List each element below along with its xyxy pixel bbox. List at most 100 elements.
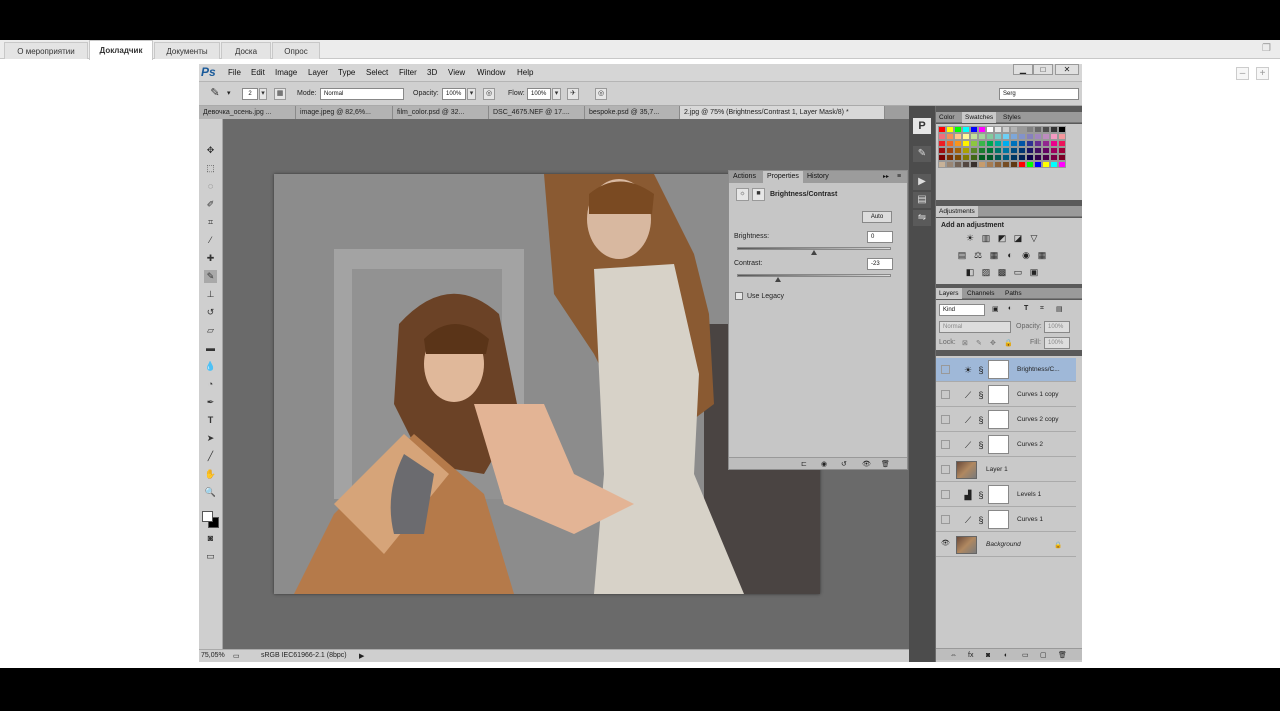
new-layer-icon[interactable]: ▢ xyxy=(1040,650,1047,661)
threshold-icon[interactable]: ▩ xyxy=(996,266,1008,278)
menu-view[interactable]: View xyxy=(448,68,465,77)
export-icon[interactable]: ▭ xyxy=(233,652,240,660)
fx-icon[interactable]: fx xyxy=(968,650,973,661)
layer-row[interactable]: ⟋ § Curves 2 xyxy=(936,433,1076,457)
tab-history[interactable]: History xyxy=(803,171,833,183)
type-tool-icon[interactable]: T xyxy=(204,414,217,427)
hand-tool-icon[interactable]: ✋ xyxy=(204,468,217,481)
color-swatch[interactable] xyxy=(978,140,986,147)
maximize-window-icon[interactable]: □ xyxy=(1033,64,1053,75)
color-swatch[interactable] xyxy=(954,161,962,168)
panel-collapse-icon[interactable]: ▸▸ xyxy=(879,171,893,183)
color-swatch[interactable] xyxy=(970,140,978,147)
color-swatch[interactable] xyxy=(1002,161,1010,168)
color-swatch[interactable] xyxy=(946,154,954,161)
color-swatch[interactable] xyxy=(1050,154,1058,161)
screen-mode-icon[interactable]: ▭ xyxy=(204,550,217,563)
color-swatch[interactable] xyxy=(1042,140,1050,147)
color-swatch[interactable] xyxy=(994,161,1002,168)
lock-transparent-icon[interactable]: ⊠ xyxy=(962,339,968,347)
color-swatch[interactable] xyxy=(1050,126,1058,133)
color-swatch[interactable] xyxy=(978,147,986,154)
line-tool-icon[interactable]: ╱ xyxy=(204,450,217,463)
color-swatch[interactable] xyxy=(994,154,1002,161)
brush-panel-icon[interactable]: ▦ xyxy=(274,88,286,100)
doc-tab[interactable]: bespoke.psd @ 35,7... xyxy=(585,106,680,119)
invert-icon[interactable]: ◧ xyxy=(964,266,976,278)
brush-panel-icon[interactable]: ✎ xyxy=(913,146,931,162)
brush-size-field[interactable]: 2 xyxy=(242,88,258,100)
color-swatch[interactable] xyxy=(946,140,954,147)
posterize-icon[interactable]: ▨ xyxy=(980,266,992,278)
color-swatch[interactable] xyxy=(938,126,946,133)
layer-opacity-field[interactable]: 100% xyxy=(1044,321,1070,333)
color-swatch[interactable] xyxy=(1018,161,1026,168)
blend-mode-select[interactable]: Normal xyxy=(939,321,1011,333)
color-swatch[interactable] xyxy=(1010,133,1018,140)
color-swatch[interactable] xyxy=(1010,154,1018,161)
color-swatch[interactable] xyxy=(1034,140,1042,147)
color-swatch[interactable] xyxy=(1026,161,1034,168)
layer-mask-thumbnail[interactable] xyxy=(988,385,1009,404)
move-tool-icon[interactable]: ✥ xyxy=(204,144,217,157)
filter-shape-icon[interactable]: ⌗ xyxy=(1040,305,1044,313)
fill-field[interactable]: 100% xyxy=(1044,337,1070,349)
color-swatch[interactable] xyxy=(1058,126,1066,133)
brightness-field[interactable]: 0 xyxy=(867,231,893,243)
link-layers-icon[interactable]: ⇔ xyxy=(950,650,957,661)
vibrance-icon[interactable]: ▽ xyxy=(1028,232,1040,244)
mask-icon[interactable]: ■ xyxy=(752,188,765,201)
color-swatch[interactable] xyxy=(938,133,946,140)
flow-field[interactable]: 100% xyxy=(527,88,551,100)
lasso-tool-icon[interactable]: ◌ xyxy=(204,180,217,193)
lock-all-icon[interactable]: 🔒 xyxy=(1004,339,1013,347)
layer-mask-thumbnail[interactable] xyxy=(988,485,1009,504)
layer-name[interactable]: Curves 2 copy xyxy=(1017,416,1059,423)
filter-smart-icon[interactable]: ▤ xyxy=(1056,305,1063,313)
photo-filter-icon[interactable]: ◐ xyxy=(1004,249,1016,261)
brightness-contrast-icon[interactable]: ☀ xyxy=(964,232,976,244)
levels-icon[interactable]: ▥ xyxy=(980,232,992,244)
color-swatch[interactable] xyxy=(970,161,978,168)
opacity-field[interactable]: 100% xyxy=(442,88,466,100)
layer-mask-thumbnail[interactable] xyxy=(988,410,1009,429)
color-swatch[interactable] xyxy=(946,126,954,133)
color-swatch[interactable] xyxy=(994,126,1002,133)
new-adjustment-icon[interactable]: ◐ xyxy=(1004,650,1008,661)
color-swatch[interactable] xyxy=(970,133,978,140)
eraser-tool-icon[interactable]: ▱ xyxy=(204,324,217,337)
color-swatch[interactable] xyxy=(986,161,994,168)
layer-name[interactable]: Curves 1 copy xyxy=(1017,391,1059,398)
tab-actions[interactable]: Actions xyxy=(729,171,760,183)
color-swatch[interactable] xyxy=(1050,161,1058,168)
tab-properties[interactable]: Properties xyxy=(763,171,803,183)
tab-channels[interactable]: Channels xyxy=(964,288,997,299)
layer-filter-kind[interactable]: Kind xyxy=(939,304,985,316)
color-swatch[interactable] xyxy=(1026,133,1034,140)
layer-mask-thumbnail[interactable] xyxy=(988,435,1009,454)
link-chain-icon[interactable]: § xyxy=(977,512,985,528)
filter-type-icon[interactable]: T xyxy=(1024,305,1028,312)
curves-icon[interactable]: ◩ xyxy=(996,232,1008,244)
color-swatch[interactable] xyxy=(1018,126,1026,133)
link-chain-icon[interactable]: § xyxy=(977,412,985,428)
layer-row[interactable]: ⟋ § Curves 2 copy xyxy=(936,408,1076,432)
color-swatch[interactable] xyxy=(978,154,986,161)
layer-thumbnail[interactable] xyxy=(956,536,977,554)
color-swatch[interactable] xyxy=(938,154,946,161)
color-swatch[interactable] xyxy=(970,154,978,161)
color-swatch[interactable] xyxy=(994,147,1002,154)
eyedropper-tool-icon[interactable]: ⁄ xyxy=(204,234,217,247)
color-swatch[interactable] xyxy=(986,147,994,154)
color-lookup-icon[interactable]: ▦ xyxy=(1036,249,1048,261)
color-swatch[interactable] xyxy=(1042,161,1050,168)
contrast-slider[interactable] xyxy=(737,274,891,277)
delete-layer-icon[interactable]: 🗑 xyxy=(1058,650,1067,661)
color-swatch[interactable] xyxy=(1026,126,1034,133)
color-balance-icon[interactable]: ⚖ xyxy=(972,249,984,261)
color-swatch[interactable] xyxy=(954,140,962,147)
airbrush-icon[interactable]: ✈ xyxy=(567,88,579,100)
selective-color-icon[interactable]: ▭ xyxy=(1012,266,1024,278)
filter-pixel-icon[interactable]: ▣ xyxy=(992,305,999,313)
color-swatch[interactable] xyxy=(986,126,994,133)
